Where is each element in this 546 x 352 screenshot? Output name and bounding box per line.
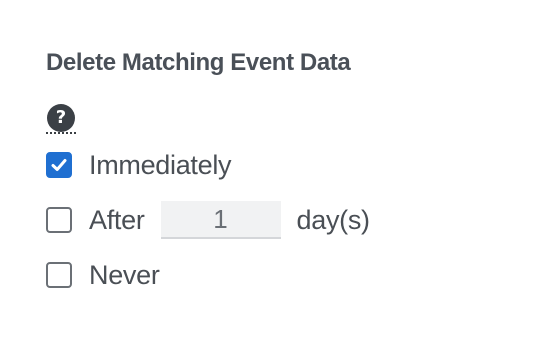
immediately-checkbox[interactable]: [46, 152, 72, 178]
section-title: Delete Matching Event Data: [46, 49, 351, 76]
option-after[interactable]: After day(s): [46, 201, 371, 239]
checkmark-icon: [51, 159, 67, 171]
immediately-label[interactable]: Immediately: [89, 150, 232, 181]
days-unit-label: day(s): [296, 204, 371, 235]
after-label[interactable]: After: [89, 205, 145, 236]
delete-event-data-panel: Delete Matching Event Data ? Immediately…: [46, 0, 526, 352]
help-tooltip-trigger[interactable]: ?: [46, 104, 76, 134]
after-checkbox[interactable]: [46, 207, 72, 233]
never-label[interactable]: Never: [89, 260, 160, 291]
option-immediately[interactable]: Immediately: [46, 147, 232, 183]
help-icon: ?: [47, 104, 75, 132]
after-days-input[interactable]: [160, 201, 281, 239]
never-checkbox[interactable]: [46, 262, 72, 288]
option-never[interactable]: Never: [46, 257, 160, 293]
